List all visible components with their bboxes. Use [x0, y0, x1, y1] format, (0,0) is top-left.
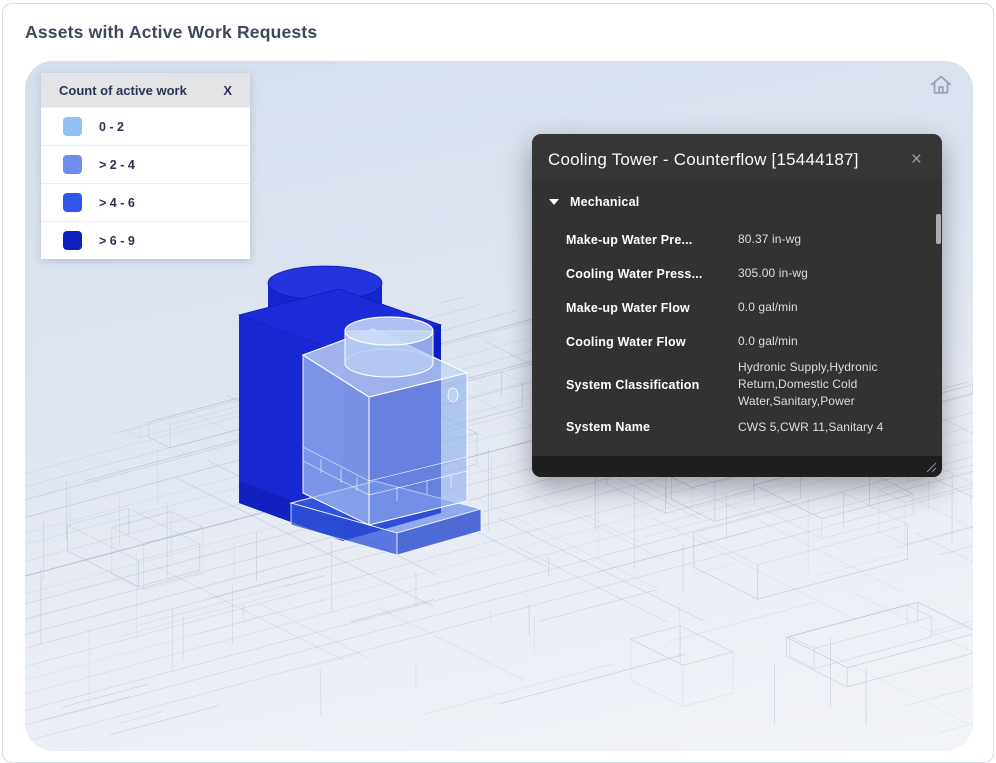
legend-swatch [63, 117, 82, 136]
asset-tooltip-header: Cooling Tower - Counterflow [15444187] × [532, 134, 942, 179]
legend-title: Count of active work [59, 83, 187, 98]
property-label: Cooling Water Press... [566, 267, 738, 281]
legend-panel: Count of active work X 0 - 2 > 2 - 4 > 4… [41, 73, 250, 259]
property-value: 80.37 in-wg [738, 231, 924, 248]
property-row: System Name CWS 5,CWR 11,Sanitary 4 [566, 410, 926, 444]
property-label: System Classification [566, 378, 738, 392]
legend-swatch [63, 231, 82, 250]
property-label: Make-up Water Flow [566, 301, 738, 315]
legend-item-label: 0 - 2 [99, 120, 124, 134]
section-label: Mechanical [570, 195, 639, 209]
property-value: CWS 5,CWR 11,Sanitary 4 [738, 419, 924, 436]
cooling-tower-asset-selected[interactable] [291, 317, 481, 555]
legend-header: Count of active work X [41, 73, 250, 107]
property-list: Make-up Water Pre... 80.37 in-wg Cooling… [566, 223, 926, 444]
property-label: Cooling Water Flow [566, 335, 738, 349]
property-row: Make-up Water Pre... 80.37 in-wg [566, 223, 926, 257]
property-value: 0.0 gal/min [738, 333, 924, 350]
property-value: 305.00 in-wg [738, 265, 924, 282]
property-value: 0.0 gal/min [738, 299, 924, 316]
dashboard-card: Assets with Active Work Requests [2, 3, 994, 763]
legend-item-label: > 4 - 6 [99, 196, 135, 210]
legend-item-label: > 6 - 9 [99, 234, 135, 248]
property-label: System Name [566, 420, 738, 434]
home-view-button[interactable] [925, 69, 957, 101]
section-mechanical[interactable]: Mechanical [546, 189, 926, 215]
asset-tooltip: Cooling Tower - Counterflow [15444187] ×… [532, 134, 942, 477]
asset-tooltip-body: Mechanical Make-up Water Pre... 80.37 in… [532, 179, 942, 444]
property-row: Make-up Water Flow 0.0 gal/min [566, 291, 926, 325]
property-row: Cooling Water Flow 0.0 gal/min [566, 325, 926, 359]
property-value: Hydronic Supply,Hydronic Return,Domestic… [738, 359, 924, 410]
legend-swatch [63, 193, 82, 212]
resize-handle-icon[interactable] [926, 462, 937, 473]
property-row: Cooling Water Press... 305.00 in-wg [566, 257, 926, 291]
chevron-down-icon [549, 199, 559, 205]
close-icon[interactable]: × [907, 148, 926, 171]
home-icon [928, 72, 954, 98]
property-label: Make-up Water Pre... [566, 233, 738, 247]
legend-swatch [63, 155, 82, 174]
legend-item-0-2[interactable]: 0 - 2 [41, 107, 250, 145]
asset-tooltip-footer [532, 456, 942, 477]
property-row: System Classification Hydronic Supply,Hy… [566, 359, 926, 410]
asset-tooltip-title: Cooling Tower - Counterflow [15444187] [548, 150, 859, 170]
tooltip-scrollbar-thumb[interactable] [936, 214, 941, 244]
legend-item-4-6[interactable]: > 4 - 6 [41, 183, 250, 221]
legend-item-2-4[interactable]: > 2 - 4 [41, 145, 250, 183]
page-title: Assets with Active Work Requests [25, 22, 317, 43]
close-icon[interactable]: X [223, 83, 232, 98]
legend-item-6-9[interactable]: > 6 - 9 [41, 221, 250, 259]
legend-item-label: > 2 - 4 [99, 158, 135, 172]
3d-viewer-canvas[interactable]: Count of active work X 0 - 2 > 2 - 4 > 4… [25, 61, 973, 751]
